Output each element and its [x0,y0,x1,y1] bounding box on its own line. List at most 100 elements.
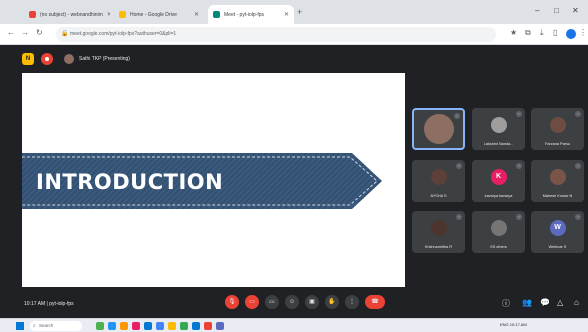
mic-icon: ◦ [454,113,460,119]
mic-icon: ◦ [516,163,522,169]
chat-icon[interactable]: 💬 [540,298,550,307]
recording-indicator-icon [41,53,53,65]
tab-close-icon[interactable]: ✕ [190,11,199,18]
mail-favicon-icon [29,11,36,18]
extensions-icon[interactable]: ⧉ [525,28,531,38]
browser-toolbar: ← → ↻ 🔒 meet.google.com/pyt-iolp-fps?aut… [0,24,588,45]
mic-icon: ◦ [516,214,522,220]
mic-icon: ◦ [575,214,581,220]
leave-call-icon: ☎ [371,299,379,305]
tab-title: (no subject) - webnandhinim [40,11,103,18]
taskbar-app-icon[interactable] [216,322,224,330]
emoji-icon: ☺ [288,299,296,305]
tab-title: Home - Google Drive [130,11,177,18]
mic-icon: ◦ [456,214,462,220]
browser-tab-meet[interactable]: Meet - pyt-iolp-fps ✕ [208,5,294,24]
participant-tile[interactable]: AYSHA S ◦ [412,160,465,202]
participant-name: Lakshmi Nanda... [483,142,514,146]
slide-title: INTRODUCTION [36,170,224,194]
participant-name: kavarya kavarya [484,194,513,198]
participant-photo [490,117,507,133]
mic-icon: ◦ [575,163,581,169]
windows-taskbar: ⌕ Search ENG 10:17 AM [0,318,588,332]
participant-tile[interactable]: Lakshmi Nanda... ◦ [472,108,525,150]
participant-name: Krishnamritha R [424,245,453,249]
taskbar-search[interactable]: ⌕ Search [30,321,82,331]
participant-video [423,114,454,144]
taskbar-app-icon[interactable] [132,322,140,330]
participant-tile[interactable]: Farzana Parsu ◦ [531,108,584,150]
meet-window: N Sathi TKP (Presenting) INTRODUCTION ◦ … [0,45,588,318]
back-icon[interactable]: ← [7,28,15,37]
sidepanel-icon[interactable]: ▯ [553,28,557,37]
mic-off-icon: 🎙 [228,299,236,305]
raise-hand-button[interactable]: ✋ [325,295,339,309]
participant-tile[interactable]: Mahesh Kumar N ◦ [531,160,584,202]
browser-tab-drive[interactable]: Home - Google Drive ✕ [114,5,204,24]
leave-call-button[interactable]: ☎ [365,295,385,309]
taskbar-app-icon[interactable] [192,322,200,330]
taskbar-app-icon[interactable] [144,322,152,330]
app-badge: N [22,53,34,65]
participant-tile[interactable]: K kavarya kavarya ◦ [472,160,525,202]
captions-button[interactable]: CC [265,295,279,309]
participant-tile[interactable]: SS others ◦ [472,211,525,253]
mic-icon: ◦ [516,111,522,117]
address-bar[interactable]: 🔒 meet.google.com/pyt-iolp-fps?authuser=… [56,27,496,42]
drive-favicon-icon [119,11,126,18]
participant-initial: W [549,220,566,236]
bookmark-star-icon[interactable]: ★ [510,28,517,37]
participant-tile[interactable]: ◦ [412,108,465,150]
presenter-chip[interactable]: Sathi TKP (Presenting) [64,52,130,66]
taskbar-app-icon[interactable] [204,322,212,330]
taskbar-app-icon[interactable] [120,322,128,330]
taskbar-app-icon[interactable] [180,322,188,330]
minimize-icon[interactable]: – [535,6,539,15]
url-text: meet.google.com/pyt-iolp-fps?authuser=0&… [70,31,177,37]
tab-close-icon[interactable]: ✕ [103,11,110,18]
maximize-icon[interactable]: □ [554,6,559,15]
participant-photo [430,169,447,185]
mic-icon: ◦ [456,163,462,169]
participant-tile[interactable]: Krishnamritha R ◦ [412,211,465,253]
camera-toggle-button[interactable]: ▭ [245,295,259,309]
emoji-button[interactable]: ☺ [285,295,299,309]
downloads-icon[interactable]: ⤓ [540,28,544,38]
meeting-details-icon[interactable]: ⓘ [502,298,510,309]
presenter-avatar [64,54,74,64]
more-options-button[interactable]: ⋮ [345,295,359,309]
activities-icon[interactable]: △ [557,298,563,307]
participant-photo [549,169,566,185]
search-icon: ⌕ [33,323,36,329]
taskbar-app-icon[interactable] [108,322,116,330]
participant-tile[interactable]: W Webinar S ◦ [531,211,584,253]
meet-favicon-icon [213,11,220,18]
taskbar-app-icon[interactable] [168,322,176,330]
browser-tab-mail[interactable]: (no subject) - webnandhinim ✕ [24,5,110,24]
lock-icon: 🔒 [61,31,69,37]
participant-photo [490,220,507,236]
profile-avatar[interactable] [566,29,576,39]
forward-icon[interactable]: → [21,28,29,37]
new-tab-plus-icon[interactable]: + [297,7,302,17]
browser-tab-strip: (no subject) - webnandhinim ✕ Home - Goo… [0,0,588,24]
tab-close-icon[interactable]: ✕ [280,11,289,18]
chrome-taskbar-icon[interactable] [156,322,164,330]
taskbar-search-label: Search [39,323,54,328]
participant-photo [430,220,447,236]
windows-start-icon[interactable] [16,322,24,330]
taskbar-app-icon[interactable] [96,322,104,330]
mic-icon: ◦ [575,111,581,117]
meeting-info: 10:17 AM | pyt-iolp-fps [24,301,74,307]
mic-toggle-button[interactable]: 🎙 [225,295,239,309]
camera-off-icon: ▭ [249,299,255,305]
system-tray[interactable]: ENG 10:17 AM [500,322,527,327]
present-button[interactable]: ▣ [305,295,319,309]
presenter-label: Sathi TKP (Presenting) [79,56,130,62]
host-controls-icon[interactable]: ⌂ [574,298,579,307]
participant-name: Webinar S [548,245,567,249]
close-window-icon[interactable]: ✕ [572,6,579,15]
reload-icon[interactable]: ↻ [36,28,43,37]
people-icon[interactable]: 👥 [522,298,532,307]
menu-kebab-icon[interactable]: ⋮ [579,28,587,37]
